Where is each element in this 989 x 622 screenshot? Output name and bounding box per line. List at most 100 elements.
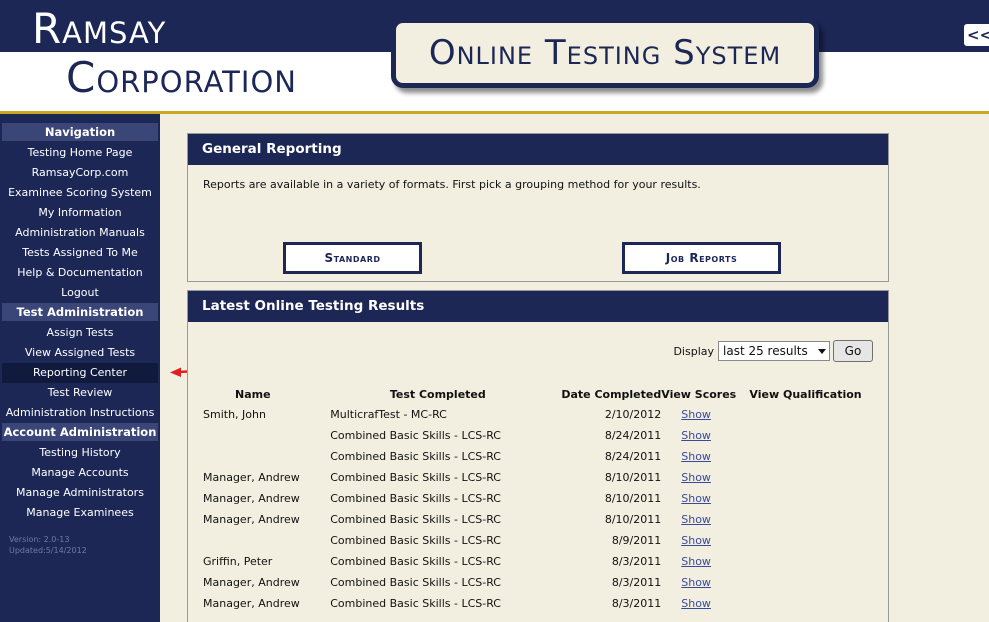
nav-section-navigation: Navigation [2, 123, 158, 141]
cell-date: 8/3/2011 [611, 555, 662, 568]
column-header-view-scores: View Scores [661, 387, 737, 401]
cell-view-scores: Show [661, 593, 749, 614]
sidebar-item-test-review[interactable]: Test Review [2, 383, 158, 403]
logo-line-1: Ramsay [32, 4, 167, 53]
cell-view-scores: Show [661, 572, 749, 593]
results-table: Name Test Completed Date Completed View … [203, 384, 883, 614]
table-row: Manager, Andrew Combined Basic Skills - L… [203, 488, 883, 509]
cell-name: Manager, Andrew [203, 597, 300, 610]
cell-date: 8/9/2011 [611, 534, 662, 547]
cell-name [203, 530, 330, 551]
sidebar-item-manage-accounts[interactable]: Manage Accounts [2, 463, 158, 483]
sidebar-item-manage-administrators[interactable]: Manage Administrators [2, 483, 158, 503]
cell-date: 8/10/2011 [604, 513, 662, 526]
cell-test: Combined Basic Skills - LCS-RC [330, 471, 501, 484]
cell-date: 2/10/2012 [604, 408, 662, 421]
cell-view-scores: Show [661, 551, 749, 572]
cell-name [203, 425, 330, 446]
cell-name: Manager, Andrew [203, 576, 300, 589]
cell-test: Combined Basic Skills - LCS-RC [330, 492, 501, 505]
cell-test: Combined Basic Skills - LCS-RC [330, 576, 501, 589]
general-reporting-title: General Reporting [188, 134, 888, 165]
cell-view-qualification [749, 572, 883, 593]
cell-view-qualification [749, 446, 883, 467]
sidebar-item-my-information[interactable]: My Information [2, 203, 158, 223]
show-scores-link[interactable]: Show [681, 513, 711, 526]
sidebar-item-assign-tests[interactable]: Assign Tests [2, 323, 158, 343]
version-info: Version: 2.0-13 Updated:5/14/2012 [9, 534, 87, 556]
cell-name [203, 446, 330, 467]
cell-view-scores: Show [661, 425, 749, 446]
sidebar-item-testing-home-page[interactable]: Testing Home Page [2, 143, 158, 163]
sidebar-nav: Navigation Testing Home Page RamsayCorp.co… [0, 114, 160, 622]
sidebar-item-help-documentation[interactable]: Help & Documentation [2, 263, 158, 283]
column-header-view-qualification: View Qualification [749, 387, 862, 401]
sidebar-item-manage-examinees[interactable]: Manage Examinees [2, 503, 158, 523]
sidebar-item-view-assigned-tests[interactable]: View Assigned Tests [2, 343, 158, 363]
show-scores-link[interactable]: Show [681, 492, 711, 505]
display-label: Display [673, 344, 714, 358]
table-row: Griffin, Peter Combined Basic Skills - LC… [203, 551, 883, 572]
sidebar-item-ramsaycorp-com[interactable]: RamsayCorp.com [2, 163, 158, 183]
show-scores-link[interactable]: Show [681, 408, 711, 421]
general-reporting-panel: General Reporting Reports are available … [187, 133, 889, 282]
cell-view-qualification [749, 425, 883, 446]
column-header-test: Test Completed [389, 387, 486, 401]
go-button[interactable]: Go [833, 340, 873, 362]
cell-view-scores: Show [661, 446, 749, 467]
cell-date: 8/3/2011 [611, 576, 662, 589]
cell-test: Combined Basic Skills - LCS-RC [330, 534, 501, 547]
table-row: Manager, Andrew Combined Basic Skills - L… [203, 467, 883, 488]
table-row: Manager, Andrew Combined Basic Skills - L… [203, 593, 883, 614]
cell-test: Combined Basic Skills - LCS-RC [330, 450, 501, 463]
cell-view-qualification [749, 467, 883, 488]
cell-view-qualification [749, 509, 883, 530]
cell-view-qualification [749, 488, 883, 509]
show-scores-link[interactable]: Show [681, 534, 711, 547]
show-scores-link[interactable]: Show [681, 429, 711, 442]
column-header-date: Date Completed [561, 387, 662, 401]
chevron-down-icon [818, 349, 826, 354]
show-scores-link[interactable]: Show [681, 450, 711, 463]
results-body: Smith, John MulticrafTest - MC-RC 2/10/201… [203, 404, 883, 614]
cell-view-scores: Show [661, 530, 749, 551]
column-header-name: Name [235, 387, 271, 401]
cell-date: 8/3/2011 [611, 597, 662, 610]
cell-view-qualification [749, 593, 883, 614]
cell-test: Combined Basic Skills - LCS-RC [330, 429, 501, 442]
collapse-sidebar-button[interactable]: << [961, 21, 989, 49]
cell-view-qualification [749, 404, 883, 425]
cell-view-scores: Show [661, 488, 749, 509]
sidebar-item-administration-manuals[interactable]: Administration Manuals [2, 223, 158, 243]
job-reports-button[interactable]: Job Reports [622, 242, 781, 274]
cell-name: Manager, Andrew [203, 513, 300, 526]
nav-section-test-administration: Test Administration [2, 303, 158, 321]
sidebar-item-administration-instructions[interactable]: Administration Instructions [2, 403, 158, 423]
display-select-value: last 25 results [723, 344, 808, 358]
show-scores-link[interactable]: Show [681, 555, 711, 568]
cell-view-qualification [749, 551, 883, 572]
sidebar-item-logout[interactable]: Logout [2, 283, 158, 303]
standard-report-button[interactable]: Standard [283, 242, 422, 274]
general-reporting-description: Reports are available in a variety of fo… [203, 178, 701, 191]
sidebar-item-testing-history[interactable]: Testing History [2, 443, 158, 463]
cell-name: Manager, Andrew [203, 471, 300, 484]
site-header: Ramsay Corporation Online Testing System… [0, 0, 989, 114]
show-scores-link[interactable]: Show [681, 471, 711, 484]
cell-date: 8/24/2011 [604, 450, 662, 463]
cell-name: Manager, Andrew [203, 492, 300, 505]
sidebar-item-reporting-center[interactable]: Reporting Center [2, 363, 158, 383]
cell-test: Combined Basic Skills - LCS-RC [330, 555, 501, 568]
cell-view-scores: Show [661, 509, 749, 530]
sidebar-item-examinee-scoring-system[interactable]: Examinee Scoring System [2, 183, 158, 203]
show-scores-link[interactable]: Show [681, 597, 711, 610]
cell-view-scores: Show [661, 467, 749, 488]
cell-date: 8/10/2011 [604, 471, 662, 484]
system-title: Online Testing System [428, 33, 782, 73]
display-count-select[interactable]: last 25 results [718, 341, 830, 361]
show-scores-link[interactable]: Show [681, 576, 711, 589]
updated-text: Updated:5/14/2012 [9, 546, 87, 555]
cell-view-qualification [749, 530, 883, 551]
sidebar-item-tests-assigned-to-me[interactable]: Tests Assigned To Me [2, 243, 158, 263]
cell-date: 8/24/2011 [604, 429, 662, 442]
